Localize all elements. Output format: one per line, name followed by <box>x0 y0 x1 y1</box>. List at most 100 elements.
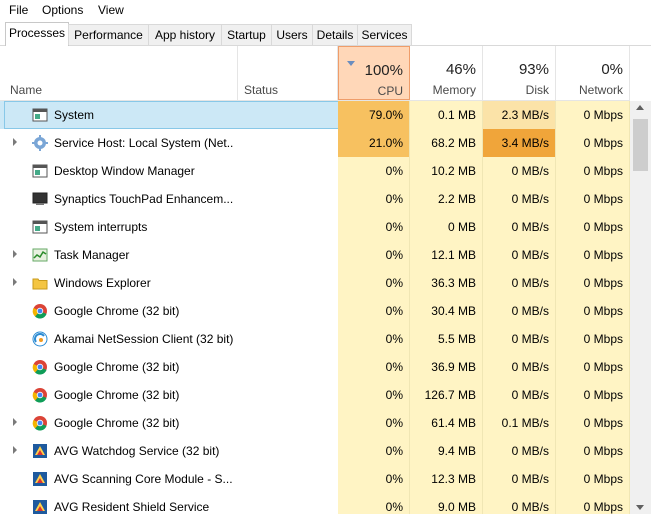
tab-users[interactable]: Users <box>271 24 313 45</box>
tab-services[interactable]: Services <box>357 24 412 45</box>
disk-value: 0 MB/s <box>483 465 556 493</box>
memory-value: 36.3 MB <box>410 269 483 297</box>
process-row[interactable]: Service Host: Local System (Net... 21.0% 6… <box>0 129 630 157</box>
menu-bar: File Options View <box>0 0 651 20</box>
cpu-value: 0% <box>338 353 410 381</box>
cpu-value: 0% <box>338 493 410 514</box>
disk-value: 0.1 MB/s <box>483 409 556 437</box>
column-status[interactable]: Status <box>238 46 338 100</box>
cpu-value: 0% <box>338 437 410 465</box>
network-value: 0 Mbps <box>556 325 630 353</box>
disk-value: 0 MB/s <box>483 353 556 381</box>
expand-arrow-icon[interactable] <box>13 250 17 258</box>
column-name[interactable]: Name <box>0 46 238 100</box>
cpu-value: 21.0% <box>338 129 410 157</box>
chrome-icon <box>32 359 48 375</box>
process-row[interactable]: System interrupts 0% 0 MB 0 MB/s 0 Mbps <box>0 213 630 241</box>
process-name: AVG Scanning Core Module - S... <box>54 472 233 486</box>
column-cpu[interactable]: 100% CPU <box>338 46 410 100</box>
disk-value: 0 MB/s <box>483 269 556 297</box>
network-value: 0 Mbps <box>556 241 630 269</box>
column-network[interactable]: 0% Network <box>556 46 630 100</box>
window-icon <box>32 163 48 179</box>
tab-startup[interactable]: Startup <box>221 24 272 45</box>
network-value: 0 Mbps <box>556 129 630 157</box>
process-row[interactable]: AVG Watchdog Service (32 bit) 0% 9.4 MB 0 M… <box>0 437 630 465</box>
tab-processes[interactable]: Processes <box>5 22 69 46</box>
process-row[interactable]: Google Chrome (32 bit) 0% 36.9 MB 0 MB/s 0 M… <box>0 353 630 381</box>
memory-value: 30.4 MB <box>410 297 483 325</box>
column-network-label: Network <box>578 83 623 97</box>
column-header: Name Status 100% CPU 46% Memory 93% Disk… <box>0 46 630 101</box>
scroll-up-icon[interactable] <box>636 105 644 110</box>
sort-descending-icon <box>347 61 355 66</box>
cpu-total-percent: 100% <box>364 62 403 79</box>
menu-file[interactable]: File <box>9 3 28 17</box>
memory-value: 5.5 MB <box>410 325 483 353</box>
expand-arrow-icon[interactable] <box>13 138 17 146</box>
process-row[interactable]: Synaptics TouchPad Enhancem... 0% 2.2 MB 0 … <box>0 185 630 213</box>
vertical-scrollbar[interactable] <box>630 101 651 514</box>
network-value: 0 Mbps <box>556 437 630 465</box>
process-row[interactable]: Task Manager 0% 12.1 MB 0 MB/s 0 Mbps <box>0 241 630 269</box>
window-icon <box>32 107 48 123</box>
cpu-value: 0% <box>338 297 410 325</box>
process-name: System <box>54 108 95 122</box>
column-disk[interactable]: 93% Disk <box>483 46 556 100</box>
network-value: 0 Mbps <box>556 381 630 409</box>
column-disk-label: Disk <box>525 83 549 97</box>
disk-value: 0 MB/s <box>483 213 556 241</box>
expand-arrow-icon[interactable] <box>13 418 17 426</box>
process-row[interactable]: Windows Explorer 0% 36.3 MB 0 MB/s 0 Mbps <box>0 269 630 297</box>
cpu-value: 0% <box>338 269 410 297</box>
scroll-thumb[interactable] <box>633 119 648 171</box>
disk-value: 0 MB/s <box>483 381 556 409</box>
memory-value: 9.0 MB <box>410 493 483 514</box>
process-row[interactable]: Google Chrome (32 bit) 0% 126.7 MB 0 MB/s 0 … <box>0 381 630 409</box>
memory-value: 126.7 MB <box>410 381 483 409</box>
network-total-percent: 0% <box>601 61 623 78</box>
scroll-down-icon[interactable] <box>636 505 644 510</box>
disk-value: 0 MB/s <box>483 297 556 325</box>
window-icon <box>32 219 48 235</box>
cpu-value: 0% <box>338 185 410 213</box>
process-row[interactable]: System 79.0% 0.1 MB 2.3 MB/s 0 Mbps <box>0 101 630 129</box>
memory-total-percent: 46% <box>445 61 476 78</box>
avg-icon <box>32 499 48 514</box>
expand-arrow-icon[interactable] <box>13 446 17 454</box>
process-name: Google Chrome (32 bit) <box>54 360 180 374</box>
tab-app-history[interactable]: App history <box>148 24 222 45</box>
memory-value: 68.2 MB <box>410 129 483 157</box>
menu-options[interactable]: Options <box>42 3 83 17</box>
process-name: Service Host: Local System (Net... <box>54 136 234 150</box>
network-value: 0 Mbps <box>556 269 630 297</box>
taskmanager-icon <box>32 247 48 263</box>
network-value: 0 Mbps <box>556 185 630 213</box>
memory-value: 61.4 MB <box>410 409 483 437</box>
chrome-icon <box>32 303 48 319</box>
process-row[interactable]: Desktop Window Manager 0% 10.2 MB 0 MB/s 0 M… <box>0 157 630 185</box>
disk-value: 0 MB/s <box>483 241 556 269</box>
tab-performance[interactable]: Performance <box>68 24 149 45</box>
column-memory-label: Memory <box>432 83 476 97</box>
tab-details[interactable]: Details <box>312 24 358 45</box>
process-row[interactable]: AVG Scanning Core Module - S... 0% 12.3 MB… <box>0 465 630 493</box>
process-name: Synaptics TouchPad Enhancem... <box>54 192 234 206</box>
disk-value: 2.3 MB/s <box>483 101 556 129</box>
chrome-icon <box>32 415 48 431</box>
column-memory[interactable]: 46% Memory <box>410 46 483 100</box>
process-row[interactable]: AVG Resident Shield Service 0% 9.0 MB 0 MB/… <box>0 493 630 514</box>
cpu-value: 0% <box>338 465 410 493</box>
menu-view[interactable]: View <box>98 3 124 17</box>
process-row[interactable]: Google Chrome (32 bit) 0% 30.4 MB 0 MB/s 0 M… <box>0 297 630 325</box>
process-name: Google Chrome (32 bit) <box>54 416 180 430</box>
akamai-icon <box>32 331 48 347</box>
process-row[interactable]: Akamai NetSession Client (32 bit) 0% 5.5 M… <box>0 325 630 353</box>
process-row[interactable]: Google Chrome (32 bit) 0% 61.4 MB 0.1 MB/s 0… <box>0 409 630 437</box>
memory-value: 2.2 MB <box>410 185 483 213</box>
process-name: Desktop Window Manager <box>54 164 195 178</box>
memory-value: 12.1 MB <box>410 241 483 269</box>
memory-value: 36.9 MB <box>410 353 483 381</box>
expand-arrow-icon[interactable] <box>13 278 17 286</box>
process-list: System 79.0% 0.1 MB 2.3 MB/s 0 Mbps Service H… <box>0 101 630 514</box>
